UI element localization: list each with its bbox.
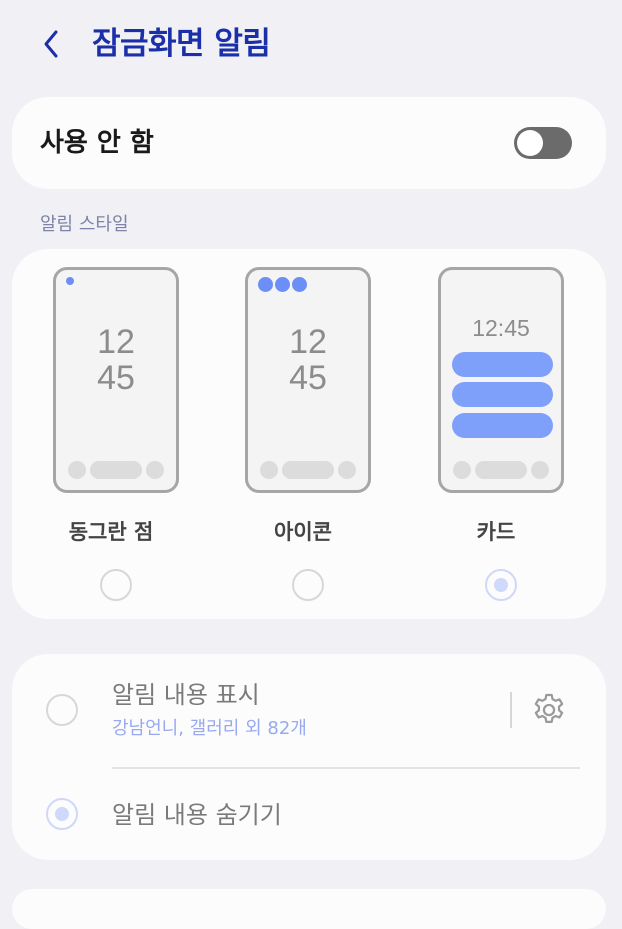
- notification-content-card: 알림 내용 표시 강남언니, 갤러리 외 82개 알림 내용 숨기기: [12, 654, 606, 860]
- phone-preview-dot: 12 45: [53, 267, 179, 493]
- style-option-label: 동그란 점: [68, 520, 154, 544]
- notification-card-bar: [452, 382, 553, 407]
- preview-bottom-bar: [56, 461, 176, 479]
- page-title: 잠금화면 알림: [92, 26, 271, 62]
- style-option-card[interactable]: 12:45 카드: [421, 249, 571, 619]
- notification-card-bar: [452, 413, 553, 438]
- preview-time: 12 45: [97, 323, 135, 397]
- style-option-icon[interactable]: 12 45 아이콘: [228, 249, 378, 619]
- app-icon-dot: [292, 277, 307, 292]
- notification-style-card: 12 45 동그란 점 12 45 아이콘 12:45 카드: [12, 249, 606, 619]
- row-show-title: 알림 내용 표시: [112, 681, 260, 709]
- preview-bottom-bar: [441, 461, 561, 479]
- section-header-notification-style: 알림 스타일: [40, 214, 129, 235]
- back-button[interactable]: [34, 22, 74, 66]
- app-icon-dot: [258, 277, 273, 292]
- preview-time: 12:45: [472, 315, 530, 341]
- settings-button[interactable]: [530, 691, 568, 729]
- master-switch-label: 사용 안 함: [40, 128, 154, 158]
- radio-style-dot[interactable]: [100, 569, 132, 601]
- chevron-left-icon: [44, 30, 58, 58]
- row-show-content[interactable]: 알림 내용 표시 강남언니, 갤러리 외 82개: [12, 654, 606, 768]
- master-switch-card[interactable]: 사용 안 함: [12, 97, 606, 189]
- radio-selected-dot: [55, 807, 69, 821]
- preview-time: 12 45: [289, 323, 327, 397]
- notification-card-bar: [452, 352, 553, 377]
- style-option-dot[interactable]: 12 45 동그란 점: [36, 249, 186, 619]
- vertical-divider: [510, 692, 512, 728]
- style-option-label: 카드: [476, 520, 516, 544]
- row-hide-content[interactable]: 알림 내용 숨기기: [12, 770, 606, 860]
- phone-preview-icon: 12 45: [245, 267, 371, 493]
- gear-icon: [534, 693, 564, 723]
- phone-preview-card: 12:45: [438, 267, 564, 493]
- radio-show-content[interactable]: [46, 694, 78, 726]
- row-show-subtitle: 강남언니, 갤러리 외 82개: [112, 718, 307, 739]
- master-toggle-switch[interactable]: [514, 127, 572, 159]
- dot-indicator: [66, 277, 74, 285]
- radio-hide-content[interactable]: [46, 798, 78, 830]
- radio-selected-dot: [494, 578, 508, 592]
- next-card-partial: [12, 889, 606, 929]
- toggle-knob: [517, 130, 543, 156]
- preview-bottom-bar: [248, 461, 368, 479]
- row-divider: [112, 767, 580, 769]
- style-option-label: 아이콘: [274, 520, 332, 544]
- row-hide-title: 알림 내용 숨기기: [112, 801, 282, 829]
- radio-style-icon[interactable]: [292, 569, 324, 601]
- radio-style-card[interactable]: [485, 569, 517, 601]
- header: 잠금화면 알림: [0, 0, 622, 90]
- app-icon-dot: [275, 277, 290, 292]
